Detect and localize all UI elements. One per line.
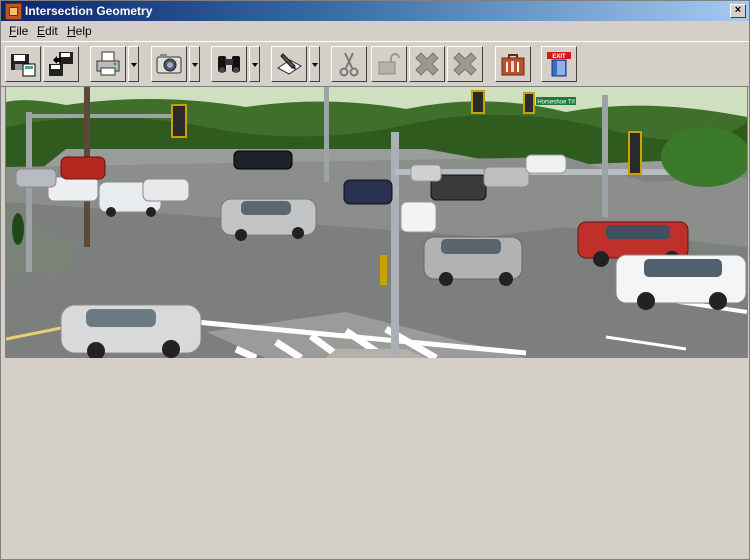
unlock-icon [378, 53, 400, 75]
find-dropdown-button[interactable] [249, 46, 260, 82]
cross-x-icon [415, 52, 439, 76]
cut-button[interactable] [331, 46, 367, 82]
street-sign-text: Horseshoe Trl [537, 100, 574, 106]
toolbox-button[interactable] [495, 46, 531, 82]
intersection-scene: Horseshoe Trl [6, 87, 747, 358]
print-button[interactable] [90, 46, 126, 82]
camera-button[interactable] [151, 46, 187, 82]
save-button[interactable] [5, 46, 41, 82]
cross-button-1[interactable] [409, 46, 445, 82]
transfer-disk-icon [49, 52, 73, 76]
exit-door-icon: EXIT [547, 52, 571, 77]
unlock-button[interactable] [371, 46, 407, 82]
exit-button[interactable]: EXIT [541, 46, 577, 82]
window-title: Intersection Geometry [25, 4, 153, 18]
binoculars-icon [218, 56, 240, 73]
edit-pen-icon [277, 53, 302, 75]
cross-button-2[interactable] [447, 46, 483, 82]
intersection-image[interactable]: Horseshoe Trl [5, 86, 748, 359]
close-button[interactable]: × [730, 4, 746, 18]
menu-file[interactable]: File [9, 24, 28, 38]
exit-label: EXIT [552, 54, 566, 60]
toolbox-icon [501, 54, 525, 76]
camera-icon [156, 54, 182, 74]
menu-bar: File Edit Help [1, 22, 749, 41]
print-dropdown-button[interactable] [128, 46, 139, 82]
menu-edit[interactable]: Edit [37, 24, 58, 38]
cross-x-icon [453, 52, 477, 76]
edit-dropdown-button[interactable] [309, 46, 320, 82]
edit-button[interactable] [271, 46, 307, 82]
transfer-button[interactable] [43, 46, 79, 82]
find-button[interactable] [211, 46, 247, 82]
toolbar: EXIT [1, 41, 749, 87]
save-disk-icon [11, 54, 36, 77]
app-icon [5, 3, 22, 20]
menu-help[interactable]: Help [67, 24, 92, 38]
title-bar[interactable]: Intersection Geometry × [1, 1, 749, 21]
app-window: Intersection Geometry × File Edit Help E… [0, 0, 750, 560]
cut-scissors-icon [339, 52, 359, 77]
camera-dropdown-button[interactable] [189, 46, 200, 82]
empty-client-area [1, 358, 749, 559]
printer-icon [96, 51, 120, 76]
